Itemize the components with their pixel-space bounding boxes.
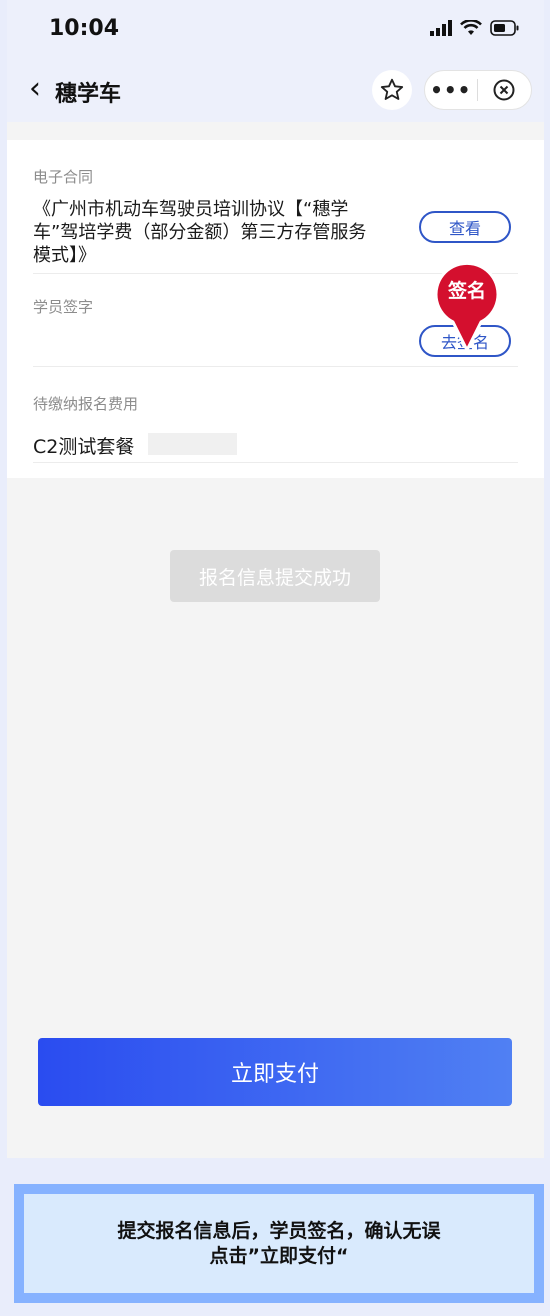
instruction-line-2: 点击”立即支付“ bbox=[209, 1244, 349, 1267]
marker-label: 签名 bbox=[447, 280, 486, 302]
page-title: 穗学车 bbox=[55, 82, 122, 107]
instruction-line-1: 提交报名信息后，学员签名，确认无误 bbox=[117, 1219, 441, 1242]
divider bbox=[33, 366, 518, 367]
close-icon bbox=[493, 79, 515, 101]
back-icon[interactable]: ‹ bbox=[29, 72, 41, 106]
instruction-banner: 提交报名信息后，学员签名，确认无误 点击”立即支付“ bbox=[14, 1184, 544, 1303]
contract-section-label: 电子合同 bbox=[33, 168, 94, 186]
favorite-button[interactable] bbox=[372, 70, 412, 110]
phone-screen: 10:04 ‹ 穗学车 ••• 电子合同 《广州市机动车驾驶员培训协议【“穗学车… bbox=[7, 0, 544, 1158]
submit-success-button[interactable]: 报名信息提交成功 bbox=[170, 550, 380, 602]
redacted-area bbox=[148, 433, 237, 455]
instruction-box: 提交报名信息后，学员签名，确认无误 点击”立即支付“ bbox=[24, 1194, 534, 1293]
divider bbox=[33, 462, 518, 463]
battery-icon bbox=[490, 20, 519, 36]
status-icons bbox=[430, 20, 520, 36]
view-contract-button[interactable]: 查看 bbox=[419, 211, 511, 243]
mini-program-capsule: ••• bbox=[424, 70, 532, 110]
close-button[interactable] bbox=[478, 78, 532, 102]
signature-section-label: 学员签字 bbox=[33, 298, 94, 316]
contract-title: 《广州市机动车驾驶员培训协议【“穗学车”驾培学费（部分金额）第三方存管服务模式】… bbox=[33, 199, 367, 266]
status-bar: 10:04 bbox=[7, 0, 544, 60]
star-icon bbox=[380, 78, 404, 100]
pay-now-button[interactable]: 立即支付 bbox=[38, 1038, 512, 1106]
wifi-icon bbox=[460, 20, 482, 35]
package-name: C2测试套餐 bbox=[33, 436, 135, 458]
nav-bar: ‹ 穗学车 ••• bbox=[7, 60, 544, 122]
more-icon[interactable]: ••• bbox=[425, 78, 477, 102]
signal-icon bbox=[430, 20, 452, 36]
status-time: 10:04 bbox=[49, 16, 120, 41]
fee-section-label: 待缴纳报名费用 bbox=[33, 395, 139, 413]
